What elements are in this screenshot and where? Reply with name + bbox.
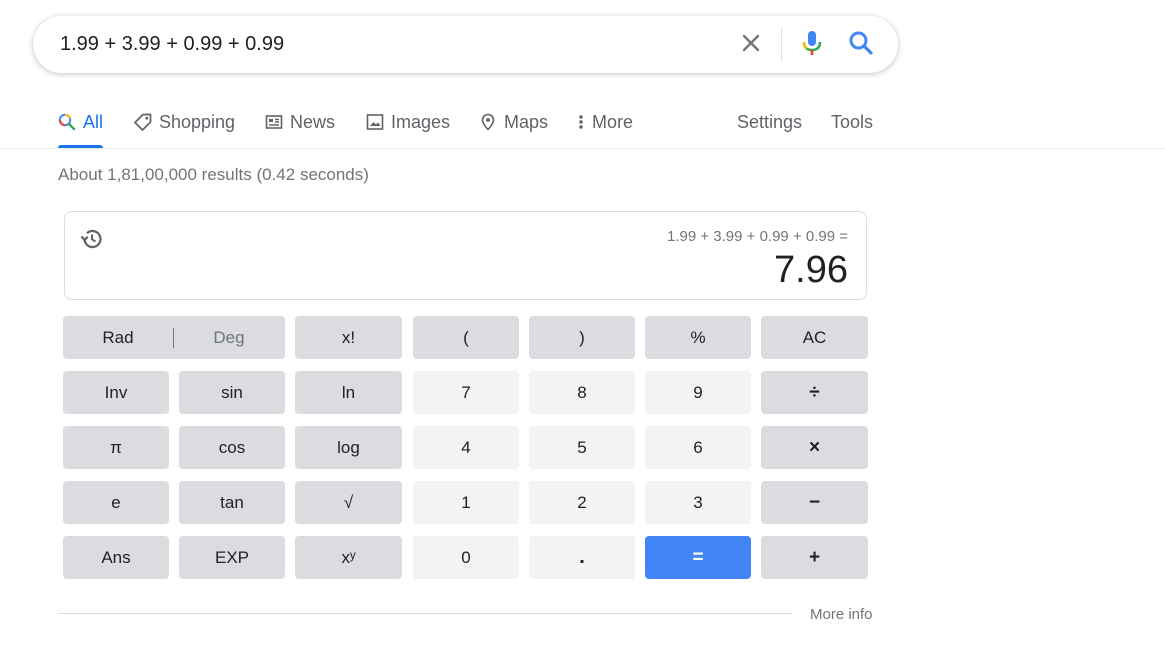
tab-more[interactable]: More <box>576 110 633 134</box>
search-divider <box>781 28 782 62</box>
sqrt-button[interactable]: √ <box>295 481 402 524</box>
right-paren-button[interactable]: ) <box>529 316 635 359</box>
multiply-button[interactable]: × <box>761 426 868 469</box>
digit-3-button[interactable]: 3 <box>645 481 751 524</box>
voice-search-button[interactable] <box>798 28 826 62</box>
more-info-link[interactable]: More info <box>810 606 873 623</box>
rad-deg-toggle: Rad Deg <box>63 316 285 359</box>
history-icon[interactable] <box>79 226 105 252</box>
digit-9-button[interactable]: 9 <box>645 371 751 414</box>
tab-label: More <box>592 111 634 132</box>
settings-link[interactable]: Settings <box>737 110 802 134</box>
exp-button[interactable]: EXP <box>179 536 285 579</box>
decimal-point-button[interactable]: . <box>529 536 635 579</box>
sin-button[interactable]: sin <box>179 371 285 414</box>
inverse-button[interactable]: Inv <box>63 371 169 414</box>
tab-shopping[interactable]: Shopping <box>134 110 235 134</box>
digit-4-button[interactable]: 4 <box>413 426 519 469</box>
settings-label: Settings <box>737 111 803 132</box>
log-button[interactable]: log <box>295 426 402 469</box>
digit-7-button[interactable]: 7 <box>413 371 519 414</box>
rad-button[interactable]: Rad <box>63 316 173 359</box>
tab-label: Maps <box>504 111 549 132</box>
calculator-result: 7.96 <box>774 249 848 291</box>
calculator-expression: 1.99 + 3.99 + 0.99 + 0.99 = <box>667 228 848 245</box>
search-bar <box>33 16 898 73</box>
cos-button[interactable]: cos <box>179 426 285 469</box>
add-button[interactable]: + <box>761 536 868 579</box>
more-info-divider <box>58 613 793 614</box>
subtract-button[interactable]: − <box>761 481 868 524</box>
pi-button[interactable]: π <box>63 426 169 469</box>
search-icon <box>848 30 874 61</box>
search-tabs: All Shopping News Images Maps More Setti… <box>0 100 1165 149</box>
clear-search-button[interactable] <box>734 28 768 62</box>
result-stats: About 1,81,00,000 results (0.42 seconds) <box>58 165 369 184</box>
tab-label: Shopping <box>159 111 236 132</box>
digit-5-button[interactable]: 5 <box>529 426 635 469</box>
tab-label: Images <box>391 111 451 132</box>
tag-icon <box>134 113 152 131</box>
close-icon <box>739 31 763 60</box>
deg-button[interactable]: Deg <box>174 316 284 359</box>
digit-8-button[interactable]: 8 <box>529 371 635 414</box>
tools-label: Tools <box>831 111 874 132</box>
tan-button[interactable]: tan <box>179 481 285 524</box>
digit-1-button[interactable]: 1 <box>413 481 519 524</box>
digit-0-button[interactable]: 0 <box>413 536 519 579</box>
tab-maps[interactable]: Maps <box>479 110 548 134</box>
active-tab-indicator <box>58 145 103 148</box>
tab-images[interactable]: Images <box>366 110 450 134</box>
tab-news[interactable]: News <box>265 110 335 134</box>
left-paren-button[interactable]: ( <box>413 316 519 359</box>
image-icon <box>366 113 384 131</box>
map-pin-icon <box>479 113 497 131</box>
tools-link[interactable]: Tools <box>831 110 873 134</box>
equals-button[interactable]: = <box>645 536 751 579</box>
tab-label: All <box>83 111 104 132</box>
ln-button[interactable]: ln <box>295 371 402 414</box>
search-icon <box>58 113 76 131</box>
digit-6-button[interactable]: 6 <box>645 426 751 469</box>
more-vert-icon <box>576 113 586 131</box>
answer-button[interactable]: Ans <box>63 536 169 579</box>
calculator-display: 1.99 + 3.99 + 0.99 + 0.99 = 7.96 <box>64 211 867 300</box>
factorial-button[interactable]: x! <box>295 316 402 359</box>
search-button[interactable] <box>845 28 877 62</box>
tab-label: News <box>290 111 336 132</box>
divide-button[interactable]: ÷ <box>761 371 868 414</box>
power-button[interactable]: xʸ <box>295 536 402 579</box>
clear-all-button[interactable]: AC <box>761 316 868 359</box>
microphone-icon <box>801 29 823 62</box>
euler-button[interactable]: e <box>63 481 169 524</box>
percent-button[interactable]: % <box>645 316 751 359</box>
tab-all[interactable]: All <box>58 110 103 134</box>
newspaper-icon <box>265 113 283 131</box>
digit-2-button[interactable]: 2 <box>529 481 635 524</box>
search-input[interactable] <box>60 16 720 73</box>
